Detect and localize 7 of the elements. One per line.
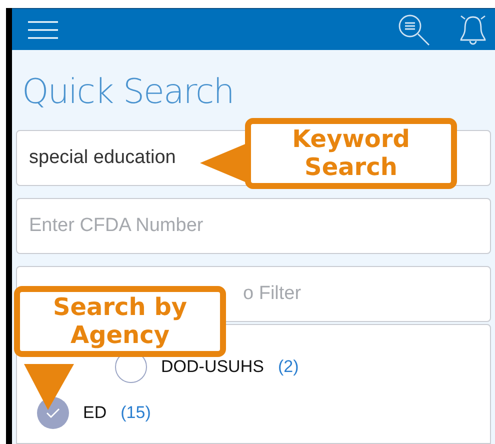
agency-count: (15)	[120, 403, 151, 423]
page-title: Quick Search	[22, 72, 234, 112]
agency-name: ED	[83, 403, 107, 423]
callout-tooltip: Keyword Search	[245, 118, 457, 190]
callout-tooltip: Search by Agency	[14, 286, 226, 358]
agency-count: (2)	[278, 357, 299, 377]
agency-name: DOD-USUHS	[161, 357, 264, 377]
